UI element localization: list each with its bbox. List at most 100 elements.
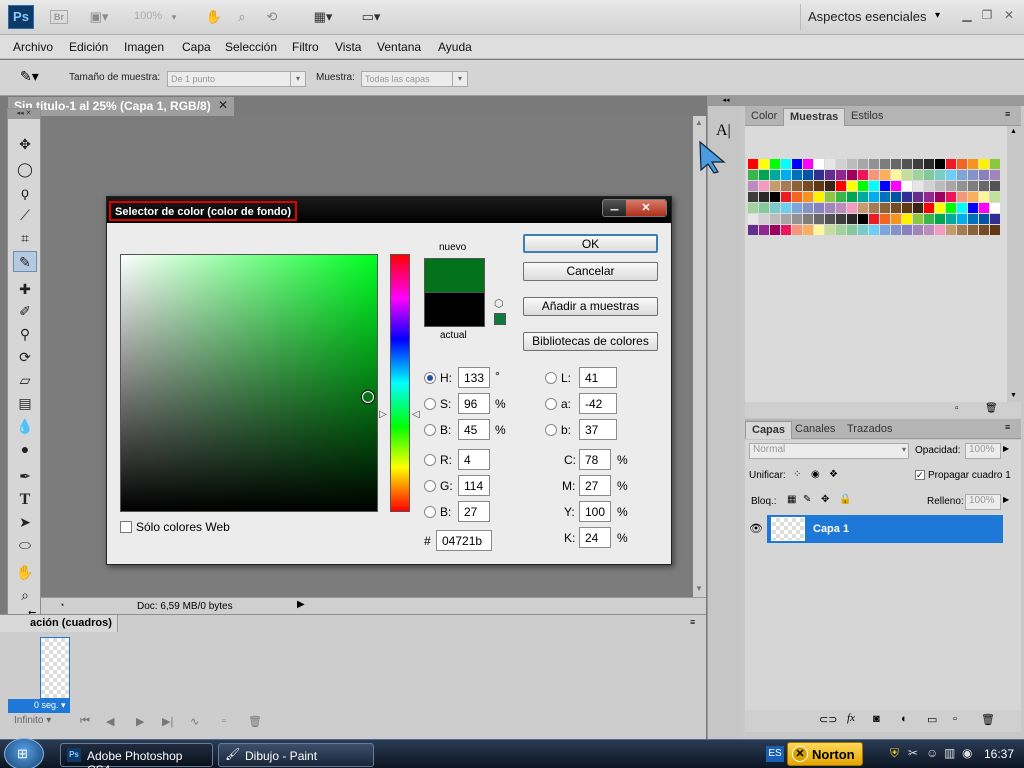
tab-color[interactable]: Color (745, 108, 783, 126)
rotate-icon[interactable]: ⟲ (262, 8, 282, 26)
status-menu-icon[interactable]: ▶ (297, 599, 305, 610)
volume-icon[interactable]: ◉ (962, 746, 972, 760)
magenta-field[interactable]: 27 (579, 475, 611, 496)
swatch[interactable] (869, 203, 879, 213)
swatch[interactable] (759, 181, 769, 191)
swatch[interactable] (946, 225, 956, 235)
swatch[interactable] (979, 192, 989, 202)
unify-position-icon[interactable]: ⁘ (793, 469, 801, 480)
swatch[interactable] (748, 225, 758, 235)
document-tab[interactable]: Sin título-1 al 25% (Capa 1, RGB/8) ✕ (8, 97, 234, 116)
b-channel-radio[interactable] (545, 424, 557, 436)
swatch[interactable] (847, 181, 857, 191)
swatch[interactable] (880, 181, 890, 191)
green-radio[interactable] (424, 480, 436, 492)
tween-icon[interactable]: ∿ (190, 715, 199, 728)
swatch[interactable] (858, 159, 868, 169)
swatch[interactable] (902, 159, 912, 169)
swatch[interactable] (880, 203, 890, 213)
swatch[interactable] (814, 170, 824, 180)
swatch[interactable] (759, 203, 769, 213)
swatch[interactable] (781, 225, 791, 235)
swatch[interactable] (957, 214, 967, 224)
swatch[interactable] (935, 192, 945, 202)
hue-radio[interactable] (424, 372, 436, 384)
swatch[interactable] (968, 214, 978, 224)
swatch[interactable] (759, 214, 769, 224)
panel-menu-icon[interactable]: ≡ (690, 617, 695, 627)
swatch[interactable] (957, 170, 967, 180)
menu-archivo[interactable]: Archivo (13, 40, 53, 54)
lock-paint-icon[interactable]: ✎ (803, 494, 811, 505)
swatch[interactable] (891, 170, 901, 180)
swatch[interactable] (748, 181, 758, 191)
swatch[interactable] (968, 170, 978, 180)
dodge-tool-icon[interactable]: ● (13, 439, 37, 460)
swatch[interactable] (891, 203, 901, 213)
swatch[interactable] (825, 159, 835, 169)
lightness-field[interactable]: 41 (579, 367, 617, 388)
swatch[interactable] (792, 192, 802, 202)
sample-size-select[interactable]: De 1 punto ▾ (167, 71, 306, 87)
swatch[interactable] (759, 170, 769, 180)
menu-capa[interactable]: Capa (182, 40, 211, 54)
eyedropper-tool-icon[interactable]: ✎ (13, 251, 37, 272)
swatch[interactable] (913, 192, 923, 202)
swatch[interactable] (902, 170, 912, 180)
frame-time[interactable]: 0 seg. ▾ (8, 699, 70, 713)
history-brush-tool-icon[interactable]: ⟳ (13, 347, 37, 368)
new-layer-icon[interactable]: ▫ (953, 713, 957, 725)
blur-tool-icon[interactable]: 💧 (13, 416, 37, 437)
b-channel-field[interactable]: 37 (579, 419, 617, 440)
scroll-down-icon[interactable]: ▼ (695, 584, 703, 593)
swatch[interactable] (913, 159, 923, 169)
lock-position-icon[interactable]: ✥ (821, 494, 829, 505)
swatch[interactable] (869, 181, 879, 191)
swatch[interactable] (902, 192, 912, 202)
swatch[interactable] (946, 203, 956, 213)
dialog-titlebar[interactable]: Selector de color (color de fondo) ▁ ✕ (107, 197, 671, 223)
swatch[interactable] (968, 203, 978, 213)
saturation-field[interactable]: 96 (458, 393, 490, 414)
swatch[interactable] (836, 203, 846, 213)
eraser-tool-icon[interactable]: ▱ (13, 370, 37, 391)
fill-field[interactable]: 100% (965, 494, 1001, 510)
swatch[interactable] (792, 170, 802, 180)
norton-button[interactable]: ✕ Norton (787, 742, 863, 766)
swatch[interactable] (946, 170, 956, 180)
clock[interactable]: 16:37 (984, 747, 1014, 761)
network-icon[interactable]: ▥ (944, 746, 955, 760)
swatch[interactable] (946, 159, 956, 169)
swatch[interactable] (759, 159, 769, 169)
swatch[interactable] (836, 214, 846, 224)
swatch[interactable] (814, 159, 824, 169)
loop-select[interactable]: Infinito ▾ (14, 715, 68, 729)
user-tray-icon[interactable]: ☺ (926, 746, 938, 760)
web-colors-checkbox[interactable] (120, 521, 132, 533)
adjustment-layer-icon[interactable]: ◐ (901, 713, 908, 725)
swatch[interactable] (880, 214, 890, 224)
camera-icon[interactable]: ▣▾ (84, 8, 114, 26)
a-channel-field[interactable]: -42 (579, 393, 617, 414)
swatch[interactable] (814, 214, 824, 224)
swatch[interactable] (792, 225, 802, 235)
swatch[interactable] (847, 192, 857, 202)
next-frame-icon[interactable]: ▶| (162, 715, 173, 728)
swatch[interactable] (891, 225, 901, 235)
swatch[interactable] (946, 192, 956, 202)
swatch[interactable] (935, 203, 945, 213)
fill-arrow-icon[interactable]: ▶ (1003, 495, 1009, 504)
menu-ayuda[interactable]: Ayuda (438, 40, 472, 54)
first-frame-icon[interactable]: ⏮ (80, 715, 90, 728)
magic-wand-tool-icon[interactable]: ⟋ (13, 205, 37, 226)
minimize-icon[interactable]: ▁ (958, 8, 976, 24)
swatch[interactable] (770, 170, 780, 180)
out-of-gamut-icon[interactable]: ⬡ (494, 297, 504, 310)
swatch-grid[interactable] (748, 159, 1000, 235)
swatch[interactable] (803, 170, 813, 180)
swatch[interactable] (770, 214, 780, 224)
duplicate-frame-icon[interactable]: ▫ (222, 715, 226, 727)
menu-edicion[interactable]: Edición (69, 40, 108, 54)
swatch[interactable] (814, 192, 824, 202)
swatch[interactable] (847, 203, 857, 213)
